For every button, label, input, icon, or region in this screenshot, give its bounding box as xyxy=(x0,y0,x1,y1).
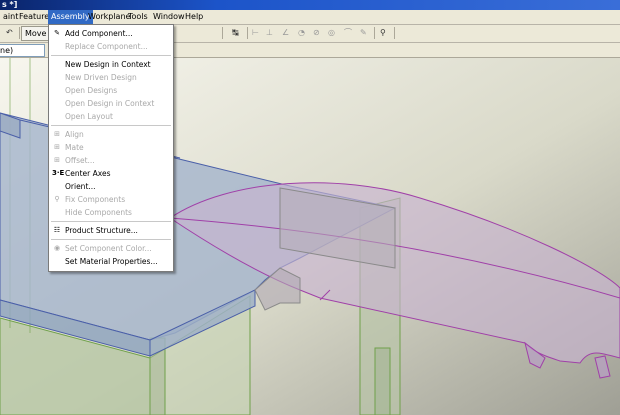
toolbar-separator xyxy=(247,27,248,39)
menu-new-design-in-context[interactable]: New Design in Context xyxy=(49,58,173,71)
mate-icon: ⊞ xyxy=(54,143,60,151)
menu-offset[interactable]: ⊞ Offset... xyxy=(49,154,173,167)
menu-align[interactable]: ⊞ Align xyxy=(49,128,173,141)
menu-replace-component[interactable]: Replace Component... xyxy=(49,40,173,53)
menu-mate[interactable]: ⊞ Mate xyxy=(49,141,173,154)
menu-set-component-color[interactable]: ◉ Set Component Color... xyxy=(49,242,173,255)
menu-set-material-properties[interactable]: Set Material Properties... xyxy=(49,255,173,268)
menu-fix-components[interactable]: ⚲ Fix Components xyxy=(49,193,173,206)
radius-icon[interactable]: ◔ xyxy=(298,27,305,39)
constraint-icon[interactable]: ⊢ xyxy=(252,27,259,39)
menu-bar: aint Feature Assembly Workplane Tools Wi… xyxy=(0,10,620,25)
window-title: s *] xyxy=(2,0,18,9)
tangent-icon[interactable]: ⌒ xyxy=(344,27,352,39)
add-component-icon: ✎ xyxy=(54,29,60,37)
menu-open-design-in-context[interactable]: Open Design in Context xyxy=(49,97,173,110)
toolbar-separator xyxy=(19,27,20,39)
concentric-icon[interactable]: ◎ xyxy=(328,27,335,39)
menu-separator xyxy=(51,55,171,56)
undo-icon[interactable]: ↶ xyxy=(6,27,13,39)
color-icon: ◉ xyxy=(53,244,61,252)
toolbar-separator xyxy=(374,27,375,39)
menu-product-structure[interactable]: ☷ Product Structure... xyxy=(49,224,173,237)
menu-center-axes[interactable]: 3·E Center Axes xyxy=(49,167,173,180)
menu-separator xyxy=(51,125,171,126)
product-structure-icon: ☷ xyxy=(53,226,61,234)
fix-components-icon: ⚲ xyxy=(54,195,60,203)
diameter-icon[interactable]: ⊘ xyxy=(313,27,320,39)
menu-separator xyxy=(51,239,171,240)
toolbar-separator xyxy=(222,27,223,39)
menu-open-layout[interactable]: Open Layout xyxy=(49,110,173,123)
align-icon: ⊞ xyxy=(54,130,60,138)
menu-new-driven-design[interactable]: New Driven Design xyxy=(49,71,173,84)
menu-hide-components[interactable]: Hide Components xyxy=(49,206,173,219)
menu-separator xyxy=(51,221,171,222)
menu-feature[interactable]: Feature xyxy=(16,10,52,24)
menu-open-designs[interactable]: Open Designs xyxy=(49,84,173,97)
toolbar-separator xyxy=(394,27,395,39)
edit-icon[interactable]: ✎ xyxy=(360,27,367,39)
assembly-dropdown-menu: ✎ Add Component... Replace Component... … xyxy=(48,24,174,272)
selection-filter-field[interactable]: ne) xyxy=(0,44,45,57)
angle-icon[interactable]: ∠ xyxy=(282,27,289,39)
menu-orient[interactable]: Orient... xyxy=(49,180,173,193)
menu-help[interactable]: Help xyxy=(182,10,206,24)
dimension-icon[interactable]: ↹ xyxy=(232,27,239,39)
title-bar: s *] xyxy=(0,0,620,10)
menu-add-component[interactable]: ✎ Add Component... xyxy=(49,27,173,40)
offset-icon: ⊞ xyxy=(54,156,60,164)
menu-tools[interactable]: Tools xyxy=(125,10,151,24)
perpendicular-icon[interactable]: ⊥ xyxy=(266,27,273,39)
center-axes-icon: 3·E xyxy=(52,169,65,177)
search-icon[interactable]: ⚲ xyxy=(380,27,386,39)
